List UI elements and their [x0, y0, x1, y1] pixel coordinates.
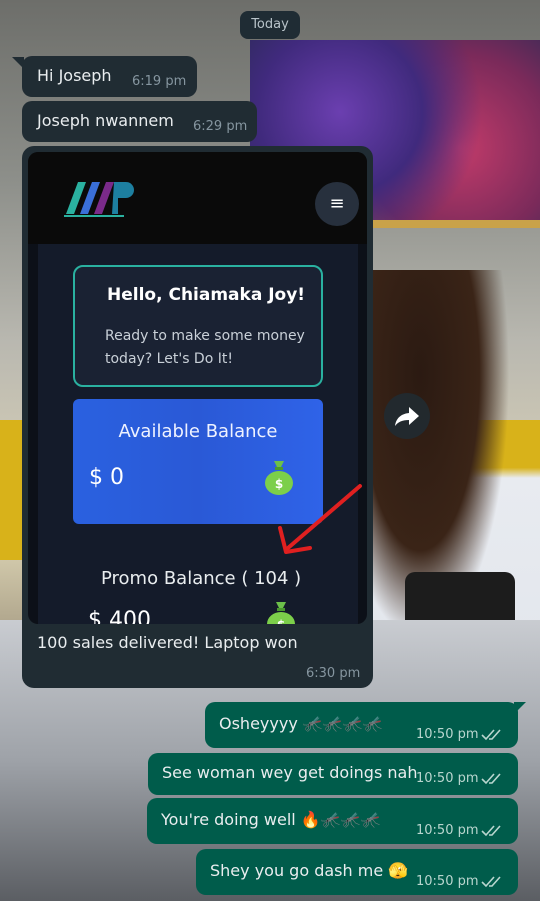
message-time: 6:30 pm [306, 666, 361, 681]
message-text: Shey you go dash me 🫣 [210, 861, 409, 880]
double-check-icon [481, 729, 501, 741]
message-text: Osheyyyy 🦟🦟🦟🦟 [219, 714, 383, 733]
double-check-icon [481, 825, 501, 837]
promo-balance-label: Promo Balance ( 104 ) [101, 568, 302, 589]
message-outgoing[interactable]: Shey you go dash me 🫣 10:50 pm [196, 849, 518, 895]
message-outgoing[interactable]: See woman wey get doings nah 10:50 pm [148, 753, 518, 795]
message-time: 6:29 pm [193, 119, 248, 134]
message-incoming[interactable]: Joseph nwannem 6:29 pm [22, 101, 257, 142]
svg-text:$: $ [277, 618, 285, 624]
promo-balance-amount: $ 400 [88, 608, 151, 624]
menu-button[interactable]: ≡ [315, 182, 359, 226]
message-text: Hi Joseph [37, 66, 112, 85]
image-caption: 100 sales delivered! Laptop won [37, 633, 298, 652]
image-message[interactable]: ≡ Hello, Chiamaka Joy! Ready to make som… [22, 146, 373, 688]
brand-logo-icon [64, 182, 134, 217]
message-text: See woman wey get doings nah [162, 763, 418, 782]
money-bag-icon: $ [267, 602, 295, 624]
message-text: You're doing well 🔥🦟🦟🦟 [161, 810, 381, 829]
message-time: 10:50 pm [416, 727, 479, 742]
available-balance-label: Available Balance [118, 421, 278, 442]
greeting-body: Ready to make some money today? Let's Do… [105, 328, 305, 367]
greeting-card: Hello, Chiamaka Joy! Ready to make some … [73, 265, 323, 387]
available-balance-amount: $ 0 [89, 465, 124, 490]
greeting-title: Hello, Chiamaka Joy! [107, 285, 306, 305]
date-chip: Today [240, 11, 300, 39]
site-header: ≡ [28, 152, 367, 244]
message-outgoing[interactable]: Osheyyyy 🦟🦟🦟🦟 10:50 pm [205, 702, 518, 748]
message-outgoing[interactable]: You're doing well 🔥🦟🦟🦟 10:50 pm [147, 798, 518, 844]
double-check-icon [481, 876, 501, 888]
forward-button[interactable] [384, 393, 430, 439]
message-incoming[interactable]: Hi Joseph 6:19 pm [22, 56, 197, 97]
message-time: 10:50 pm [416, 771, 479, 786]
red-arrow-annotation [278, 484, 362, 554]
message-time: 10:50 pm [416, 874, 479, 889]
message-text: Joseph nwannem [37, 111, 174, 130]
image-screenshot[interactable]: ≡ Hello, Chiamaka Joy! Ready to make som… [28, 152, 367, 624]
double-check-icon [481, 773, 501, 785]
message-time: 10:50 pm [416, 823, 479, 838]
message-time: 6:19 pm [132, 74, 187, 89]
forward-icon [395, 407, 419, 426]
